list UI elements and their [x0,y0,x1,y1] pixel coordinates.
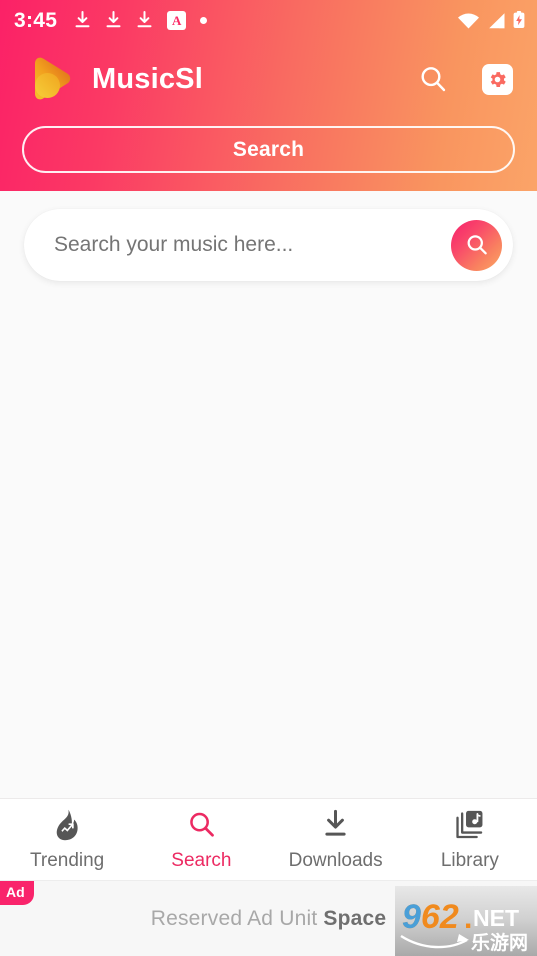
app-bar-actions [418,63,513,95]
status-bar: 3:45 A [0,0,537,40]
search-icon [190,812,214,837]
status-system-icons [457,11,525,29]
download-icon [325,809,346,836]
nav-item-search[interactable]: Search [134,799,268,880]
search-submit-button[interactable] [451,219,502,271]
ad-text-plain: Reserved Ad Unit [150,906,324,930]
nav-item-trending[interactable]: Trending [0,799,134,880]
cellular-signal-icon [489,12,505,28]
site-watermark: 962 9 . NET 乐游网 [395,886,537,956]
status-notification-icons: A [74,10,208,30]
download-icon [75,11,90,28]
watermark-dot: . [464,902,472,935]
download-icon [137,11,152,28]
app-bar: MusicSl [0,40,537,118]
app-title: MusicSl [92,62,203,95]
search-icon [467,235,487,255]
gear-icon-plate [482,63,513,95]
ad-badge: Ad [0,881,34,905]
search-input[interactable] [54,233,451,257]
translate-icon: A [167,10,187,30]
ad-placeholder-text: Reserved Ad Unit Space [151,907,387,931]
gear-icon [490,71,506,87]
nav-label-downloads: Downloads [288,850,383,871]
settings-button[interactable] [482,63,513,95]
search-bar [24,209,513,281]
main-content [0,191,537,798]
nav-item-downloads[interactable]: Downloads [269,799,403,880]
music-play-logo-icon [35,57,71,100]
watermark-subtitle: 乐游网 [471,931,528,954]
ad-unit[interactable]: Ad Reserved Ad Unit Space 962 9 . NET 乐游… [0,880,537,956]
battery-charging-icon [513,11,525,28]
tab-strip: Search [0,118,537,191]
search-icon [421,67,446,92]
status-clock: 3:45 [14,8,58,32]
nav-label-search: Search [171,850,232,871]
nav-label-library: Library [440,850,499,871]
app-screen: 3:45 A MusicSl Search Search your music … [0,0,537,956]
watermark-number-accent: 9 [402,898,421,936]
music-library-icon [456,810,483,839]
flame-trending-icon [56,809,78,841]
brand: MusicSl [26,54,203,104]
tab-search[interactable]: Search [22,126,515,173]
watermark-domain: NET [473,905,519,931]
nav-label-trending: Trending [29,850,105,871]
ad-text-bold: Space [323,906,387,930]
header: 3:45 A MusicSl Search [0,0,537,191]
nav-item-library[interactable]: Library [403,799,537,880]
download-icon [106,11,121,28]
dot-icon [200,16,208,24]
header-search-button[interactable] [418,64,448,94]
bottom-navigation: Trending Search Downloads Library [0,798,537,880]
wifi-icon [458,13,479,28]
